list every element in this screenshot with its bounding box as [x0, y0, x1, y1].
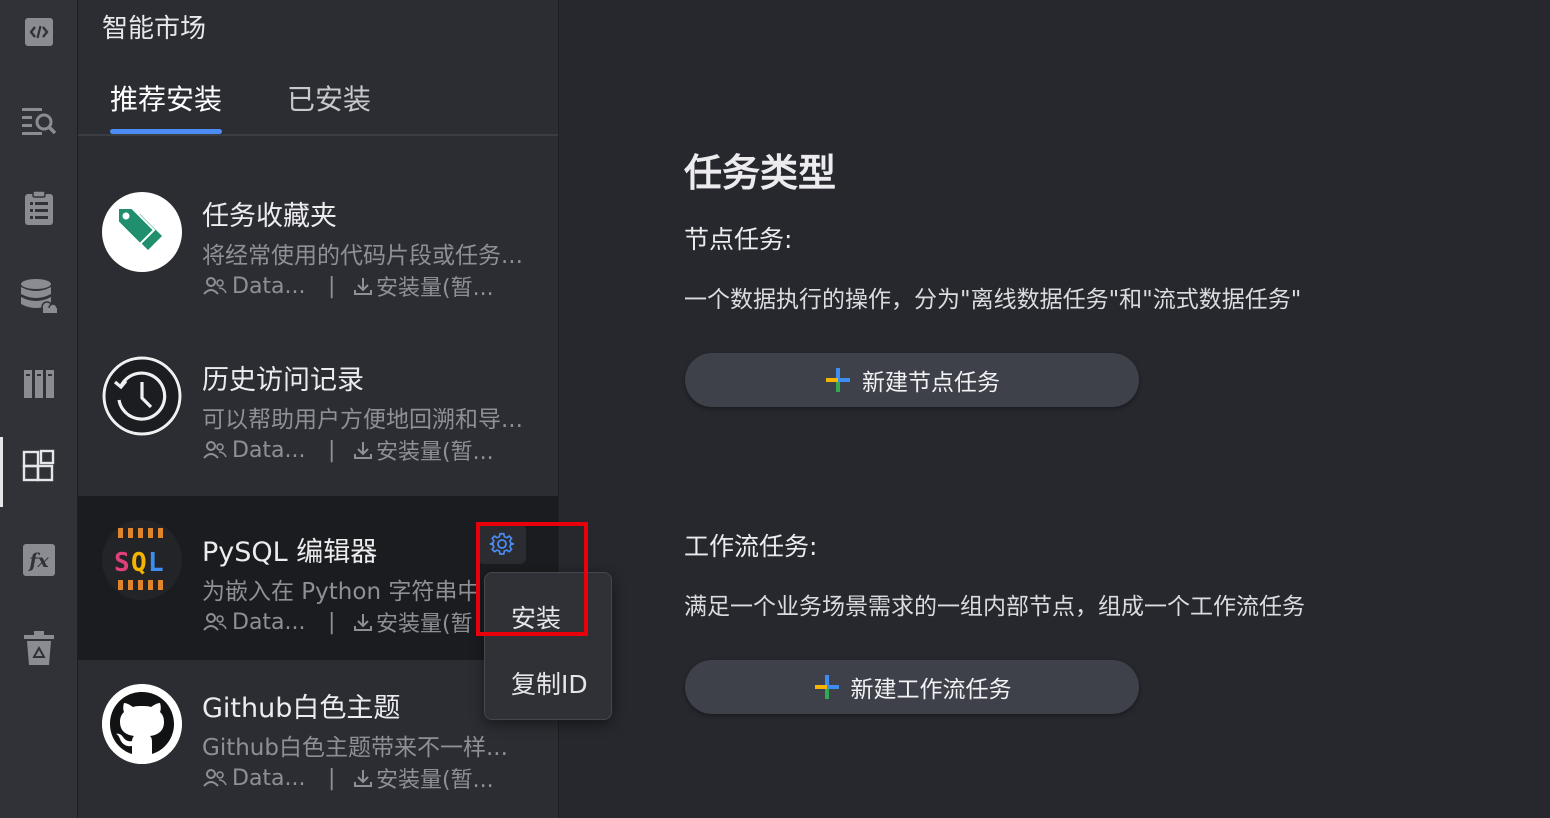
users-icon: [203, 613, 227, 631]
activity-item-database[interactable]: [0, 266, 78, 326]
meta-separator: |: [328, 765, 336, 791]
database-cloud-icon: [21, 279, 58, 313]
extension-downloads: 安装量(暂...: [352, 270, 494, 302]
download-icon: [354, 278, 372, 295]
extension-author-text: Data...: [232, 273, 306, 299]
extension-downloads-text: 安装量(暂: [376, 612, 473, 637]
tab-recommended[interactable]: 推荐安装: [110, 78, 222, 118]
app-window: fx 智能市场 推荐安装 已安装 任务收藏夹 将经常使用的代码片段或任务... …: [0, 0, 1550, 818]
download-icon: [354, 614, 372, 631]
page-title: 任务类型: [684, 151, 837, 195]
activity-item-code[interactable]: [0, 2, 78, 62]
extension-author: Data...: [202, 274, 328, 299]
new-workflow-task-label: 新建工作流任务: [850, 677, 1012, 703]
active-tab-indicator: [110, 129, 222, 134]
extension-author: Data...: [202, 438, 328, 463]
section-heading-workflow-task: 工作流任务:: [684, 532, 818, 561]
extension-author-text: Data...: [232, 609, 306, 635]
extensions-icon: [22, 449, 55, 482]
extension-downloads-text: 安装量(暂...: [376, 276, 494, 301]
extension-meta: Data... | 安装量(暂...: [202, 434, 494, 466]
download-icon: [354, 442, 372, 459]
meta-separator: |: [328, 273, 336, 299]
plus-icon: [826, 368, 850, 392]
extension-description: 将经常使用的代码片段或任务...: [202, 243, 523, 269]
recycle-bin-icon: [24, 631, 54, 665]
plus-icon: [814, 675, 839, 699]
meta-separator: |: [328, 437, 336, 463]
tab-bar: 推荐安装 已安装: [78, 72, 558, 136]
sql-logo-icon: S Q L: [102, 520, 182, 600]
tab-installed[interactable]: 已安装: [287, 78, 371, 118]
meta-separator: |: [328, 609, 336, 635]
section-description-workflow-task: 满足一个业务场景需求的一组内部节点，组成一个工作流任务: [684, 594, 1305, 620]
code-icon: [25, 18, 53, 46]
columns-icon: [24, 370, 54, 398]
svg-text:Q: Q: [131, 548, 147, 578]
function-fx-icon: fx: [23, 544, 55, 576]
users-icon: [203, 441, 227, 459]
history-clock-icon: [102, 356, 182, 436]
activity-item-extensions[interactable]: [0, 437, 78, 507]
users-icon: [203, 769, 227, 787]
extension-name: PySQL 编辑器: [202, 537, 378, 568]
clipboard-list-icon: [25, 190, 53, 225]
extension-author: Data...: [202, 610, 328, 635]
svg-text:L: L: [148, 548, 164, 578]
search-list-icon: [22, 108, 57, 135]
extension-downloads: 安装量(暂: [352, 606, 473, 638]
activity-bar: fx: [0, 0, 78, 818]
svg-text:S: S: [114, 548, 130, 578]
activity-item-recycle-bin[interactable]: [0, 618, 78, 678]
highlight-annotation-box: [476, 522, 588, 636]
extension-meta: Data... | 安装量(暂...: [202, 270, 494, 302]
svg-text:fx: fx: [27, 550, 49, 572]
section-description-node-task: 一个数据执行的操作，分为"离线数据任务"和"流式数据任务": [684, 287, 1302, 313]
github-icon: [102, 684, 182, 764]
extension-name: Github白色主题: [202, 693, 401, 724]
new-node-task-button[interactable]: 新建节点任务: [685, 353, 1139, 407]
download-icon: [354, 770, 372, 787]
main-content: 任务类型 节点任务: 一个数据执行的操作，分为"离线数据任务"和"流式数据任务"…: [560, 0, 1550, 818]
panel-title: 智能市场: [102, 14, 207, 44]
extension-downloads: 安装量(暂...: [352, 434, 494, 466]
users-icon: [203, 277, 227, 295]
extension-name: 历史访问记录: [202, 365, 364, 396]
extension-description: 为嵌入在 Python 字符串中: [202, 579, 481, 605]
section-heading-node-task: 节点任务:: [684, 225, 793, 254]
extension-item-history[interactable]: 历史访问记录 可以帮助用户方便地回溯和导... Data... | 安装量(暂.…: [78, 324, 558, 488]
extension-author-text: Data...: [232, 765, 306, 791]
menu-item-copy-id[interactable]: 复制ID: [511, 665, 588, 701]
new-workflow-task-button[interactable]: 新建工作流任务: [685, 660, 1139, 714]
extension-author-text: Data...: [232, 437, 306, 463]
activity-item-tasks[interactable]: [0, 178, 78, 238]
tag-icon: [102, 192, 182, 272]
extension-item-favorites[interactable]: 任务收藏夹 将经常使用的代码片段或任务... Data... | 安装量(暂..…: [78, 160, 558, 324]
activity-item-functions[interactable]: fx: [0, 530, 78, 590]
extension-meta: Data... | 安装量(暂: [202, 606, 473, 638]
activity-item-search[interactable]: [0, 90, 78, 150]
extension-name: 任务收藏夹: [202, 201, 337, 232]
extension-description: Github白色主题带来不一样...: [202, 735, 508, 761]
extension-author: Data...: [202, 766, 328, 791]
new-node-task-label: 新建节点任务: [862, 370, 1000, 396]
extension-meta: Data... | 安装量(暂...: [202, 762, 494, 794]
extension-downloads: 安装量(暂...: [352, 762, 494, 794]
activity-item-columns[interactable]: [0, 354, 78, 414]
extension-downloads-text: 安装量(暂...: [376, 440, 494, 465]
extension-downloads-text: 安装量(暂...: [376, 768, 494, 793]
extension-description: 可以帮助用户方便地回溯和导...: [202, 407, 523, 433]
